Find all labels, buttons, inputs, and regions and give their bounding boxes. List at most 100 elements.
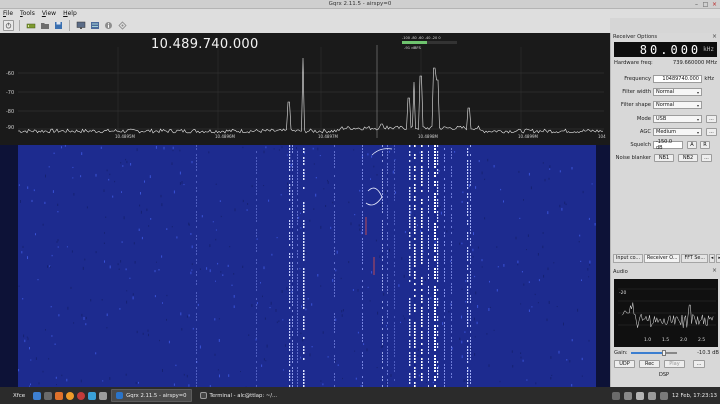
waterfall-display[interactable] [0,145,610,387]
waterfall-signal [434,286,436,288]
waterfall-noise [45,329,46,331]
settings-icon[interactable] [89,20,100,31]
browser-launcher-icon[interactable] [55,391,64,400]
waterfall-signal [467,175,469,177]
save-icon[interactable] [53,20,64,31]
waterfall-signal [414,322,416,324]
waterfall-signal [382,283,383,285]
settings-launcher-icon[interactable] [99,391,108,400]
waterfall-signal [444,187,445,189]
record-button[interactable]: Rec [639,360,660,368]
filter-offset-display[interactable]: 80.000 kHz [614,42,717,57]
waterfall-signal [362,355,363,357]
tab-input-controls[interactable]: Input co... [613,254,644,263]
gain-slider[interactable] [630,350,677,356]
waterfall-signal [382,175,383,177]
waterfall-signal [470,340,471,342]
close-icon[interactable]: × [712,267,717,274]
nb1-button[interactable]: NB1 [654,154,674,162]
start-menu[interactable]: Xfce [0,393,25,399]
waterfall-signal [382,301,383,303]
waterfall-noise [335,360,336,363]
maximize-icon[interactable]: □ [702,1,709,8]
firefox-launcher-icon[interactable] [66,391,75,400]
frequency-readout[interactable]: 10.489.740.000 [151,37,259,52]
mode-options-button[interactable]: ... [706,115,717,123]
waterfall-signal [409,199,411,201]
waterfall-signal [421,220,423,222]
nb-options-button[interactable]: ... [701,154,712,162]
waterfall-signal [387,238,388,240]
filter-width-select[interactable]: Normal ▾ [653,88,702,96]
tab-receiver-options[interactable]: Receiver O... [644,254,681,263]
squelch-input[interactable]: -150.0 dB [653,139,683,151]
waterfall-signal [428,211,429,213]
play-button[interactable]: Play [664,360,685,368]
waterfall-signal [292,376,293,378]
nb2-button[interactable]: NB2 [678,154,698,162]
power-icon[interactable] [3,20,14,31]
files-launcher-icon[interactable] [44,391,53,400]
waterfall-signal [292,184,293,186]
mode-select[interactable]: USB ▾ [653,115,702,123]
info-icon[interactable] [103,20,114,31]
waterfall-noise [402,315,404,317]
waterfall-signal [428,229,429,231]
waterfall-signal [334,166,335,168]
power-icon[interactable] [660,391,669,400]
waterfall-noise [166,294,168,297]
waterfall-noise [215,183,217,185]
folder-icon[interactable] [39,20,50,31]
waterfall-noise [37,279,39,281]
waterfall-signal [470,214,471,216]
waterfall-signal [394,217,395,219]
waterfall-noise [147,329,149,332]
task-gqrx[interactable]: Gqrx 2.11.5 - airspy=0 [111,389,192,402]
waterfall-signal [297,190,298,192]
tab-fft-settings[interactable]: FFT Se... [681,254,708,263]
gain-slider-handle[interactable] [661,350,666,356]
waterfall-signal [289,337,291,339]
waterfall-signal [289,346,291,348]
waterfall-signal [297,328,298,330]
waterfall-signal [470,208,471,210]
menu-tools[interactable]: Tools [20,10,35,17]
task-terminal[interactable]: Terminal - alc@ttlap: ~/... [196,389,282,402]
squelch-auto-button[interactable]: A [687,141,697,149]
menu-help[interactable]: Help [63,10,77,17]
waterfall-noise [551,374,553,376]
app-launcher-icon[interactable] [77,391,86,400]
waterfall-signal [470,163,471,165]
waterfall-signal [421,325,423,327]
mail-launcher-icon[interactable] [88,391,97,400]
menu-file[interactable]: File [3,10,13,17]
spectrum-plot[interactable]: 10.489.740.000 -100 -80 -60 -40 -20 0 -9… [0,33,610,145]
minimize-icon[interactable]: – [693,1,700,8]
terminal-launcher-icon[interactable] [33,391,42,400]
close-icon[interactable]: × [712,33,717,40]
battery-icon[interactable] [636,391,645,400]
cpu-icon[interactable] [612,391,621,400]
agc-options-button[interactable]: ... [706,128,717,136]
waterfall-signal [409,175,411,177]
waterfall-signal [303,316,305,318]
waterfall-noise [307,298,309,300]
waterfall-signal [437,304,439,306]
agc-select[interactable]: Medium ▾ [653,128,702,136]
frequency-input[interactable]: 10489740.000 [653,75,702,83]
waterfall-signal [434,298,436,300]
screen-icon[interactable] [75,20,86,31]
tab-scroll-right-icon[interactable]: ▸ [716,254,720,263]
waterfall-signal [297,277,298,279]
squelch-reset-button[interactable]: R [700,141,710,149]
device-icon[interactable] [25,20,36,31]
filter-shape-select[interactable]: Normal ▾ [653,101,702,109]
udp-button[interactable]: UDP [614,360,635,368]
audio-options-button[interactable]: ... [693,360,705,368]
close-icon[interactable]: × [711,1,718,8]
volume-icon[interactable] [648,391,657,400]
menu-view[interactable]: View [42,10,56,17]
network-icon[interactable] [624,391,633,400]
network-icon[interactable] [117,20,128,31]
tab-scroll-left-icon[interactable]: ◂ [708,254,716,263]
